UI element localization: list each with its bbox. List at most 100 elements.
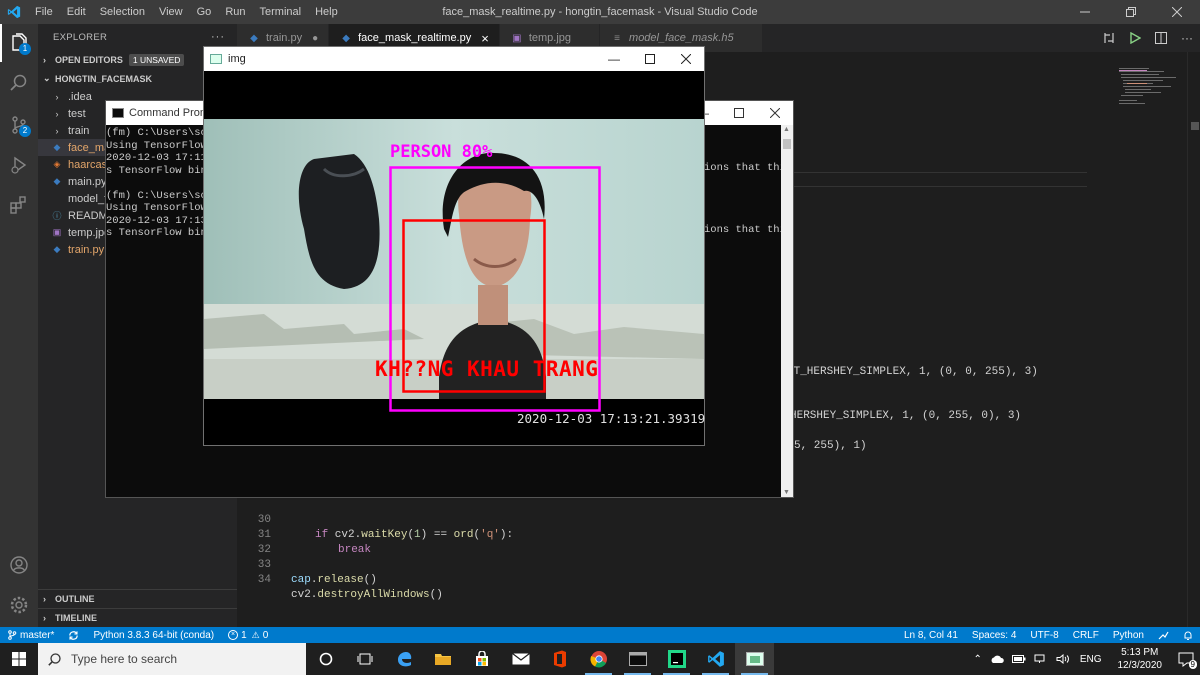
- sidebar-bottom-sections: › OUTLINE › TIMELINE: [38, 589, 237, 627]
- menu-go[interactable]: Go: [190, 0, 219, 24]
- more-actions-icon[interactable]: ···: [211, 31, 225, 43]
- edge-browser-icon[interactable]: [384, 643, 423, 675]
- opencv-image-window[interactable]: img — PERSON 80% KH??NG KHAU TRANG 2020-…: [203, 46, 705, 446]
- img-title-bar[interactable]: img —: [204, 47, 704, 71]
- tree-item-label: test: [68, 107, 86, 120]
- onedrive-cloud-icon[interactable]: [986, 655, 1008, 664]
- line-highlight: [787, 186, 1087, 187]
- menu-file[interactable]: File: [28, 0, 60, 24]
- network-icon[interactable]: [1030, 654, 1052, 664]
- account-icon[interactable]: [0, 546, 38, 584]
- img-close-button[interactable]: [668, 47, 704, 71]
- img-maximize-button[interactable]: [632, 47, 668, 71]
- scroll-marker: [1191, 122, 1199, 130]
- run-debug-icon[interactable]: [0, 146, 38, 184]
- split-editor-icon[interactable]: [1148, 31, 1174, 45]
- tree-item-label: train: [68, 124, 90, 137]
- xml-file-icon: ◈: [53, 159, 61, 169]
- branch-indicator[interactable]: master*: [0, 630, 61, 641]
- close-button[interactable]: [1154, 0, 1200, 24]
- outline-label: OUTLINE: [55, 594, 95, 604]
- indentation[interactable]: Spaces: 4: [965, 630, 1023, 641]
- pycharm-icon[interactable]: [657, 643, 696, 675]
- volume-icon[interactable]: [1052, 654, 1074, 664]
- file-explorer-icon[interactable]: [423, 643, 462, 675]
- close-tab-icon[interactable]: ×: [481, 31, 489, 46]
- battery-icon[interactable]: [1008, 655, 1030, 663]
- explorer-badge: 1: [19, 43, 31, 55]
- taskbar-search-box[interactable]: Type here to search: [38, 643, 306, 675]
- notifications-bell-icon[interactable]: [1176, 630, 1200, 641]
- settings-gear-icon[interactable]: [0, 586, 38, 624]
- search-icon: [48, 652, 61, 666]
- sync-icon[interactable]: [61, 630, 86, 641]
- notification-count: 9: [1188, 659, 1197, 669]
- cmd-maximize-button[interactable]: [721, 101, 757, 125]
- cmd-scrollbar[interactable]: ▲ ▼: [781, 125, 793, 497]
- extensions-icon[interactable]: [0, 186, 38, 224]
- code-text: cap.release(): [291, 574, 377, 586]
- search-icon[interactable]: [0, 64, 38, 102]
- python-file-icon: ◆: [53, 244, 61, 254]
- cmd-close-button[interactable]: [757, 101, 793, 125]
- image-viewer-taskbar-icon[interactable]: [735, 643, 774, 675]
- frame-timestamp: 2020-12-03 17:13:21.39319: [517, 411, 706, 426]
- timeline-section[interactable]: › TIMELINE: [38, 608, 237, 627]
- task-view-icon[interactable]: [345, 643, 384, 675]
- minimap[interactable]: [1117, 66, 1187, 116]
- tab-label: temp.jpg: [528, 32, 572, 44]
- microsoft-store-icon[interactable]: [462, 643, 501, 675]
- windows-start-icon[interactable]: [0, 643, 38, 675]
- img-window-controls: —: [596, 47, 704, 71]
- activity-bar: 1 2: [0, 24, 38, 627]
- terminal-icon[interactable]: [618, 643, 657, 675]
- explorer-icon[interactable]: 1: [0, 24, 38, 62]
- minimize-button[interactable]: [1062, 0, 1108, 24]
- menu-selection[interactable]: Selection: [93, 0, 152, 24]
- open-editors-label: OPEN EDITORS: [55, 54, 123, 65]
- more-actions-icon[interactable]: ···: [1174, 31, 1200, 45]
- source-control-icon[interactable]: 2: [0, 106, 38, 144]
- python-interpreter[interactable]: Python 3.8.3 64-bit (conda): [86, 630, 221, 641]
- timeline-label: TIMELINE: [55, 613, 97, 623]
- outline-section[interactable]: › OUTLINE: [38, 589, 237, 608]
- language-indicator[interactable]: ENG: [1074, 654, 1108, 665]
- vscode-taskbar-icon[interactable]: [696, 643, 735, 675]
- clock-date: 12/3/2020: [1117, 660, 1163, 671]
- editor-scrollbar[interactable]: [1187, 52, 1200, 627]
- live-share-icon[interactable]: [1151, 630, 1176, 641]
- line-ending[interactable]: CRLF: [1066, 630, 1106, 641]
- img-minimize-button[interactable]: —: [596, 47, 632, 71]
- menu-edit[interactable]: Edit: [60, 0, 93, 24]
- menu-run[interactable]: Run: [218, 0, 252, 24]
- window-controls: [1062, 0, 1200, 24]
- chevron-up-icon[interactable]: ⌃: [969, 654, 985, 665]
- tab-label: model_face_mask.h5: [629, 32, 734, 44]
- scroll-down-icon[interactable]: ▼: [783, 489, 790, 496]
- clock[interactable]: 5:13 PM 12/3/2020: [1108, 646, 1173, 672]
- chevron-right-icon: ›: [55, 125, 59, 136]
- cursor-position[interactable]: Ln 8, Col 41: [897, 630, 965, 641]
- python-file-icon: ◆: [250, 32, 258, 44]
- unsaved-dot-icon[interactable]: ●: [312, 33, 318, 44]
- encoding[interactable]: UTF-8: [1023, 630, 1065, 641]
- menu-help[interactable]: Help: [308, 0, 345, 24]
- menu-view[interactable]: View: [152, 0, 190, 24]
- language-mode[interactable]: Python: [1106, 630, 1151, 641]
- mail-icon[interactable]: [501, 643, 540, 675]
- chrome-icon[interactable]: [579, 643, 618, 675]
- run-file-icon[interactable]: [1122, 32, 1148, 44]
- compare-icon[interactable]: [1096, 31, 1122, 45]
- cortana-icon[interactable]: [306, 643, 345, 675]
- warning-count: 0: [262, 629, 269, 641]
- office-icon[interactable]: [540, 643, 579, 675]
- restore-button[interactable]: [1108, 0, 1154, 24]
- problems-indicator[interactable]: × 1 ⚠ 0: [221, 630, 275, 641]
- action-center-icon[interactable]: 9: [1172, 652, 1200, 669]
- menu-terminal[interactable]: Terminal: [253, 0, 309, 24]
- error-icon: ×: [228, 630, 239, 640]
- cmd-scroll-thumb[interactable]: [783, 139, 791, 149]
- python-file-icon: ◆: [53, 176, 61, 186]
- person-label: PERSON 80%: [390, 142, 493, 162]
- scroll-up-icon[interactable]: ▲: [783, 126, 790, 133]
